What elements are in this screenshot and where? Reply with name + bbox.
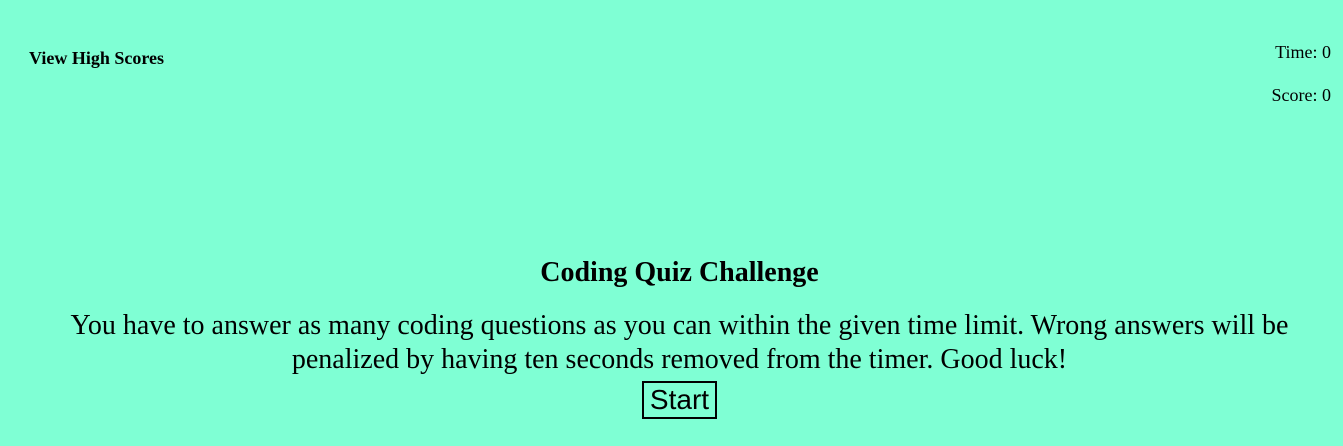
stats-panel: Time: 0 Score: 0: [1272, 41, 1331, 127]
instructions-text: You have to answer as many coding questi…: [70, 310, 1289, 375]
quiz-page: View High Scores Time: 0 Score: 0 Coding…: [0, 0, 1343, 446]
view-high-scores-link[interactable]: View High Scores: [29, 48, 164, 69]
score-display: Score: 0: [1271, 85, 1331, 105]
time-display: Time: 0: [1275, 42, 1331, 62]
start-button[interactable]: Start: [641, 381, 718, 419]
page-title: Coding Quiz Challenge: [540, 257, 819, 288]
intro-section: Coding Quiz Challenge You have to answer…: [0, 254, 1343, 419]
